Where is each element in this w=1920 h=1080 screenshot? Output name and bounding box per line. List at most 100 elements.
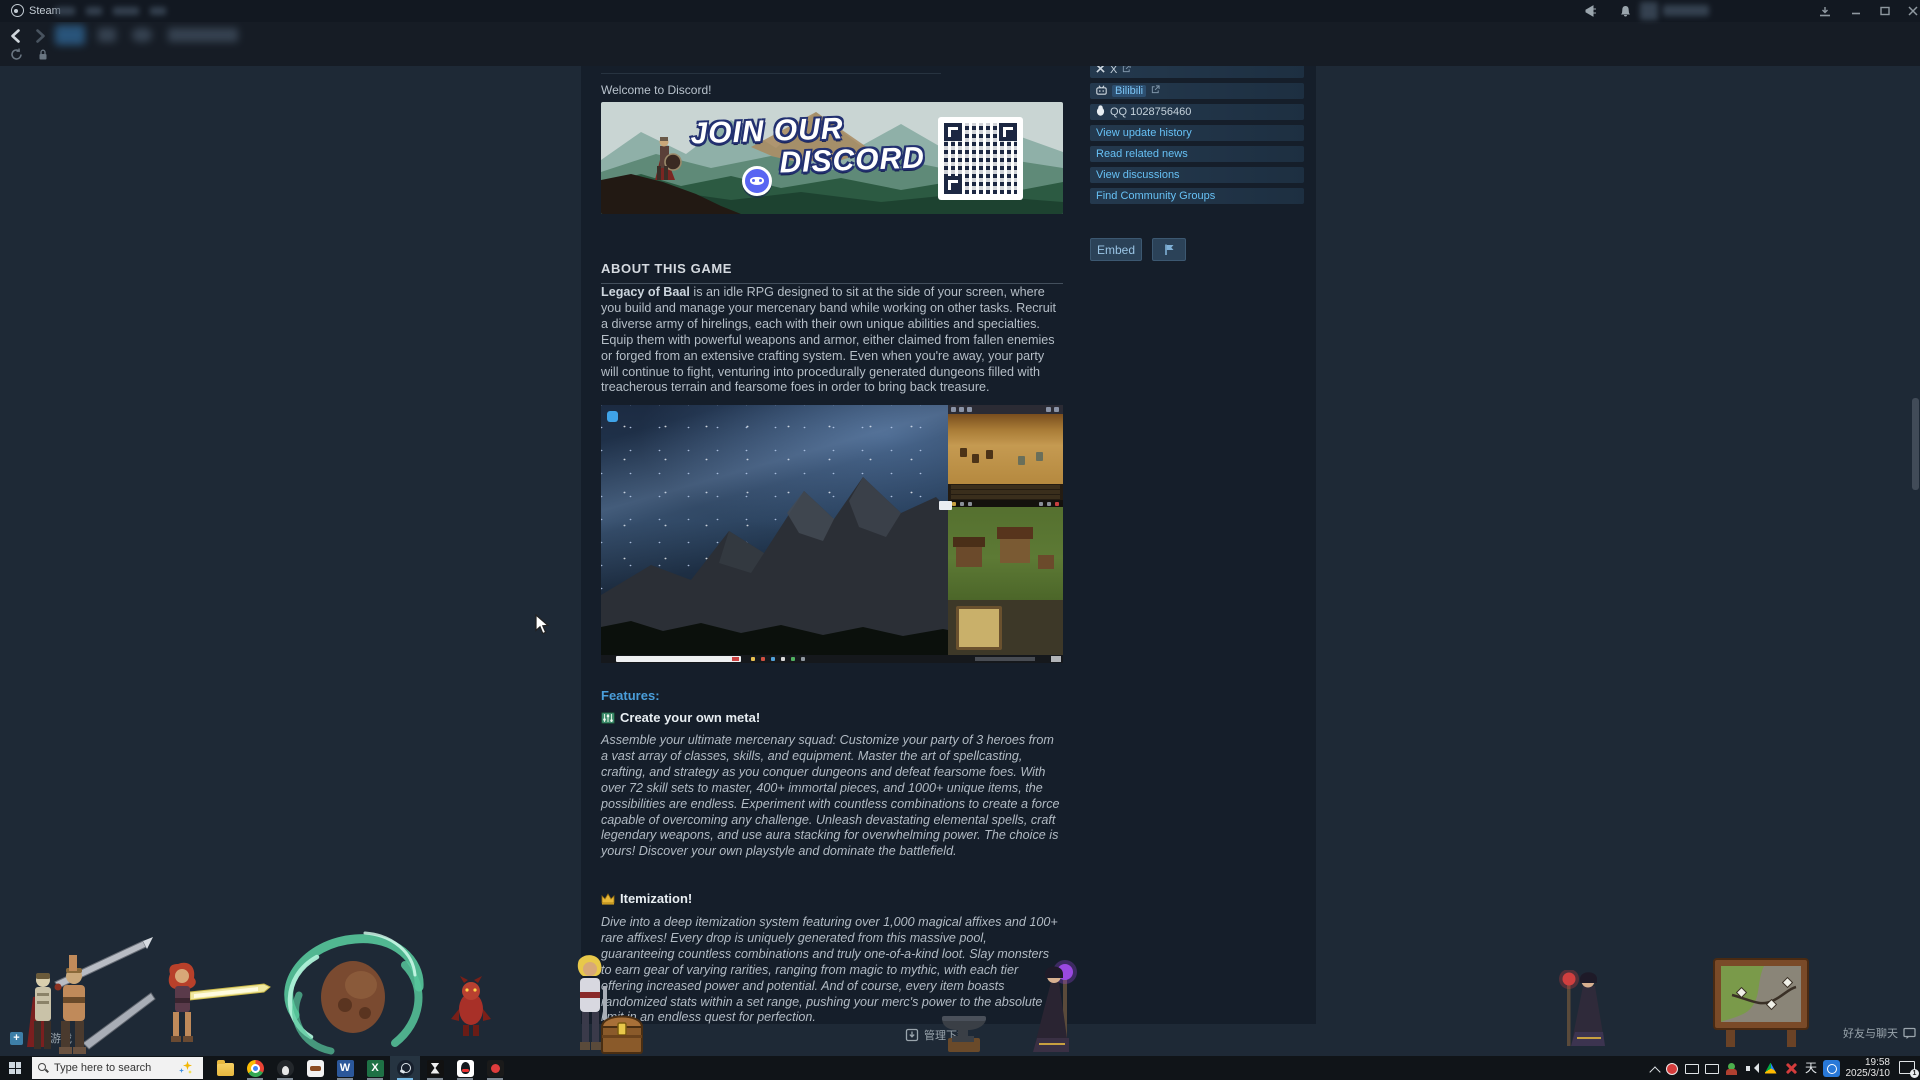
windows-taskbar: Type here to search W X 天: [0, 1056, 1920, 1080]
qq-penguin-icon: [1096, 105, 1105, 119]
download-icon: [905, 1028, 919, 1042]
forward-button[interactable]: [32, 28, 50, 46]
steam-logo-icon: [11, 4, 24, 17]
taskbar-hourglass-app[interactable]: [420, 1056, 450, 1080]
video-dungeon-scene: [948, 600, 1063, 655]
close-button[interactable]: [1902, 3, 1920, 19]
features-heading: Features:: [601, 688, 660, 703]
maximize-button[interactable]: [1874, 3, 1896, 19]
clock-time: 19:58: [1846, 1057, 1891, 1068]
taskbar-file-explorer[interactable]: [210, 1056, 240, 1080]
welcome-heading: Welcome to Discord!: [601, 83, 711, 97]
sidebar-link-bilibili[interactable]: Bilibili: [1090, 83, 1304, 99]
user-avatar[interactable]: [1640, 2, 1658, 20]
record-app-icon: [487, 1060, 504, 1077]
feature-title-text: Create your own meta!: [620, 710, 760, 725]
add-game-button[interactable]: + 添加游戏: [10, 1030, 72, 1046]
chat-icon: [1903, 1027, 1916, 1040]
username-blurred[interactable]: [1663, 5, 1709, 16]
video-battle-scene: [948, 414, 1063, 484]
manage-downloads-button[interactable]: 管理下载: [905, 1027, 968, 1043]
refresh-icon[interactable]: [10, 48, 24, 61]
tray-contact-icon[interactable]: [1723, 1060, 1740, 1077]
page-title-blurred: [168, 28, 238, 42]
video-taskbar: [601, 655, 1063, 663]
nav-tab-active-blurred[interactable]: [55, 25, 85, 45]
bilibili-icon: [1096, 85, 1107, 98]
file-explorer-icon: [217, 1063, 234, 1076]
back-button[interactable]: [8, 28, 26, 46]
sidebar-link-related-news[interactable]: Read related news: [1090, 146, 1304, 162]
menu-item-blurred[interactable]: [150, 7, 166, 15]
scrollbar-thumb[interactable]: [1912, 398, 1919, 490]
add-game-label: 添加游戏: [28, 1030, 72, 1046]
notification-badge: 1: [1910, 1069, 1919, 1078]
taskbar-excel[interactable]: X: [360, 1056, 390, 1080]
system-tray: 天 19:58 2025/3/10 1: [1648, 1056, 1920, 1080]
taskbar-chrome[interactable]: [240, 1056, 270, 1080]
video-village-scene: [948, 507, 1063, 600]
embed-button[interactable]: Embed: [1090, 238, 1142, 261]
tray-display-icon[interactable]: [1683, 1060, 1700, 1077]
sidebar-link-label: Bilibili: [1112, 85, 1146, 97]
excel-icon: X: [367, 1060, 384, 1077]
tray-blue-app-icon[interactable]: [1823, 1060, 1840, 1077]
sidebar-link-community-groups[interactable]: Find Community Groups: [1090, 188, 1304, 204]
sidebar-link-discussions[interactable]: View discussions: [1090, 167, 1304, 183]
menu-item-blurred[interactable]: [55, 7, 75, 15]
feature-title-itemization: Itemization!: [601, 891, 692, 906]
action-center-icon[interactable]: 1: [1896, 1056, 1920, 1080]
sidebar-link-update-history[interactable]: View update history: [1090, 125, 1304, 141]
friends-chat-label: 好友与聊天: [1843, 1025, 1898, 1041]
word-icon: W: [337, 1060, 354, 1077]
nav-button-blurred[interactable]: [98, 28, 116, 42]
video-player[interactable]: [601, 405, 1063, 663]
sidebar-link-label: QQ 1028756460: [1110, 106, 1191, 118]
taskbar-qq[interactable]: [450, 1056, 480, 1080]
tray-recording-icon[interactable]: [1663, 1060, 1680, 1077]
sdk-app-icon: [307, 1060, 324, 1077]
taskbar-steam[interactable]: [390, 1056, 420, 1080]
announcements-icon[interactable]: [1580, 3, 1602, 19]
tray-projector-icon[interactable]: [1703, 1060, 1720, 1077]
friends-chat-button[interactable]: 好友与聊天: [1843, 1025, 1916, 1041]
knobs-icon: [601, 712, 615, 724]
report-flag-button[interactable]: [1152, 238, 1186, 261]
steam-navbar: [0, 22, 1920, 66]
external-link-icon: [1151, 85, 1160, 97]
taskbar-penguin-app[interactable]: [270, 1056, 300, 1080]
minimize-to-tray-button[interactable]: [1814, 3, 1836, 19]
notifications-bell-icon[interactable]: [1614, 3, 1636, 19]
windows-logo-icon: [9, 1062, 21, 1074]
tray-chinese-app-icon[interactable]: 天: [1803, 1060, 1820, 1077]
steam-icon: [397, 1060, 414, 1077]
taskbar-recorder[interactable]: [480, 1056, 510, 1080]
tray-expand-icon[interactable]: [1648, 1062, 1660, 1074]
taskbar-sdk-app[interactable]: [300, 1056, 330, 1080]
steam-titlebar: Steam: [0, 0, 1920, 22]
sidebar-link-label: Read related news: [1096, 148, 1188, 160]
menu-item-blurred[interactable]: [113, 7, 139, 15]
taskbar-clock[interactable]: 19:58 2025/3/10: [1846, 1057, 1891, 1079]
sidebar-qq-contact[interactable]: QQ 1028756460: [1090, 104, 1304, 120]
taskbar-search-input[interactable]: Type here to search: [32, 1057, 203, 1079]
minimize-button[interactable]: [1845, 3, 1867, 19]
hourglass-app-icon: [427, 1060, 444, 1077]
section-divider: [601, 73, 941, 74]
discord-banner-image[interactable]: JOIN OUR DISCORD: [601, 102, 1063, 214]
tray-volume-icon[interactable]: [1743, 1060, 1760, 1077]
sidebar-link-label: View update history: [1096, 127, 1192, 139]
tray-error-icon[interactable]: [1783, 1060, 1800, 1077]
menu-item-blurred[interactable]: [86, 7, 102, 15]
qq-icon: [457, 1060, 474, 1077]
penguin-app-icon: [277, 1060, 294, 1077]
discord-logo-icon: [742, 166, 772, 196]
crown-icon: [601, 893, 615, 905]
about-heading: ABOUT THIS GAME: [601, 261, 1063, 284]
feature-title-meta: Create your own meta!: [601, 710, 760, 725]
taskbar-word[interactable]: W: [330, 1056, 360, 1080]
video-tooltip: [939, 501, 952, 510]
start-button[interactable]: [0, 1056, 30, 1080]
nav-button-blurred[interactable]: [132, 28, 152, 42]
tray-drive-icon[interactable]: [1763, 1060, 1780, 1077]
